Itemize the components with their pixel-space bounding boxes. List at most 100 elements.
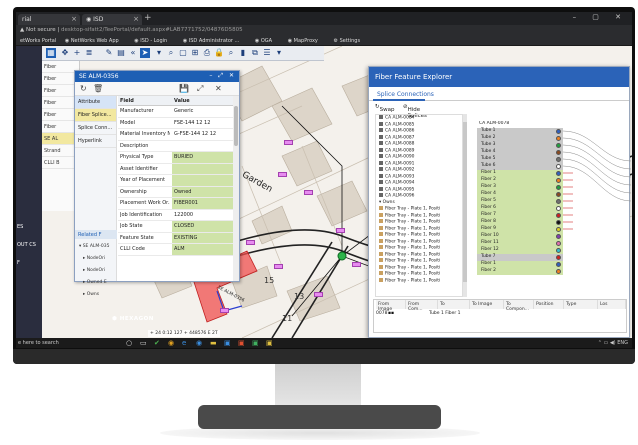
app-icon[interactable]: ▣ <box>252 339 259 347</box>
nav-item[interactable]: Attribute <box>75 96 116 109</box>
window-controls[interactable]: – ▢ ✕ <box>573 13 628 21</box>
related-item[interactable]: ▸ Owns <box>83 292 99 297</box>
column-header[interactable]: From Image <box>376 300 406 312</box>
splice-tag-icon[interactable] <box>304 190 313 195</box>
field-value[interactable]: FIBER001 <box>172 198 233 209</box>
system-tray[interactable]: ⌃ ▭ ◀) ENG <box>598 340 628 346</box>
add-icon[interactable]: + <box>72 48 82 58</box>
attribute-row[interactable]: Job State CLOSED <box>118 221 233 233</box>
store-icon[interactable]: ▣ <box>224 339 231 347</box>
bookmark[interactable]: ◉ ISD Administrator ... <box>183 38 246 44</box>
splice-tag-icon[interactable] <box>284 140 293 145</box>
field-value[interactable] <box>172 175 233 186</box>
splice-tag-icon[interactable] <box>220 308 229 313</box>
column-header[interactable]: To <box>438 300 470 309</box>
start-icon[interactable]: ○ <box>126 339 132 347</box>
bookmark[interactable]: etWorks Portal <box>20 38 56 44</box>
close-icon[interactable]: × <box>71 15 77 23</box>
tube-row[interactable]: Fiber 1 <box>477 170 563 177</box>
column-header[interactable]: To Compon... <box>504 300 534 312</box>
close-icon[interactable]: ✕ <box>215 84 222 93</box>
tube-row[interactable]: Tube 3 <box>477 142 563 149</box>
hide-splices-button[interactable]: ⊘ Hide Splices <box>403 104 427 119</box>
app-icon[interactable]: ▣ <box>266 339 273 347</box>
field-value[interactable]: FSE-144 12 12 <box>172 118 233 129</box>
new-tab-icon[interactable]: + <box>144 13 152 23</box>
tube-row[interactable]: Fiber 6 <box>477 205 563 212</box>
splice-tag-icon[interactable] <box>336 228 345 233</box>
tube-row[interactable]: Fiber 2 <box>477 177 563 184</box>
tube-row[interactable]: Fiber 2 <box>477 268 563 275</box>
tube-row[interactable]: Fiber 1 <box>477 261 563 268</box>
clipboard-icon[interactable]: ▤ <box>116 48 126 58</box>
bookmark[interactable]: ⚙ Settings <box>333 38 367 44</box>
measure-icon[interactable]: ⊞ <box>190 48 200 58</box>
related-item[interactable]: ▸ NodeOri <box>83 256 105 261</box>
field-value[interactable]: CLOSED <box>172 221 233 232</box>
field-value[interactable]: Owned <box>172 186 233 197</box>
chrome-icon[interactable]: ◉ <box>168 339 174 347</box>
bookmark-icon[interactable]: ▮ <box>238 48 248 58</box>
move-icon[interactable]: ✥ <box>60 48 70 58</box>
field-value[interactable]: 122000 <box>172 210 233 221</box>
lock-icon[interactable]: 🔒 <box>214 48 224 58</box>
field-value[interactable]: ALM <box>172 244 233 255</box>
tube-row[interactable]: Tube 6 <box>477 163 563 170</box>
splice-tag-icon[interactable] <box>274 264 283 269</box>
tube-row[interactable]: Fiber 4 <box>477 191 563 198</box>
splice-tag-icon[interactable] <box>246 240 255 245</box>
layers-icon[interactable]: ≣ <box>84 48 94 58</box>
tube-row[interactable]: Tube 1 <box>477 128 563 135</box>
tab-splice-connections[interactable]: Splice Connections <box>377 91 434 98</box>
sidebar-label[interactable]: OUT CS <box>17 242 36 248</box>
field-value[interactable]: G-FSE-144 12 12 <box>172 129 233 140</box>
bookmark[interactable]: ◉ OGA <box>255 38 279 44</box>
related-item[interactable]: ▾ SE ALM-035 <box>79 244 110 249</box>
tube-row[interactable]: Tube 5 <box>477 156 563 163</box>
tube-row[interactable]: Fiber 12 <box>477 247 563 254</box>
tube-row[interactable]: Fiber 11 <box>477 240 563 247</box>
field-value[interactable]: BURIED <box>172 152 233 163</box>
attribute-row[interactable]: Physical Type BURIED <box>118 152 233 164</box>
tube-row[interactable]: Fiber 5 <box>477 198 563 205</box>
related-item[interactable]: ▸ NodeOri <box>83 268 105 273</box>
save-icon[interactable]: 💾 <box>179 84 189 93</box>
related-item[interactable]: ▸ Owned E <box>83 280 107 285</box>
swap-button[interactable]: ↻ Swap <box>375 104 394 113</box>
attribute-row[interactable]: Feature State EXISTING <box>118 232 233 244</box>
nav-item[interactable]: Splice Conn... <box>75 122 116 135</box>
tube-row[interactable]: Fiber 3 <box>477 184 563 191</box>
tree-item[interactable]: Fiber Tray - Plate 1, Positi <box>376 277 462 285</box>
field-value[interactable] <box>172 141 233 152</box>
sidebar-label[interactable]: ES <box>17 224 23 230</box>
close-icon[interactable]: × <box>133 15 139 23</box>
browser-tab[interactable]: rial × <box>18 14 80 25</box>
splice-tag-icon[interactable] <box>352 262 361 267</box>
attribute-row[interactable]: Description <box>118 141 233 152</box>
tube-row[interactable]: Fiber 7 <box>477 212 563 219</box>
search-icon[interactable]: ⌕ <box>226 48 236 58</box>
dropdown-icon[interactable]: ▾ <box>154 48 164 58</box>
copy-icon[interactable]: ⧉ <box>250 48 260 58</box>
splice-tag-icon[interactable] <box>314 292 323 297</box>
scrollbar[interactable] <box>463 114 467 297</box>
powerpoint-icon[interactable]: ▣ <box>238 339 245 347</box>
scroll-thumb[interactable] <box>463 122 467 282</box>
scrollbar[interactable] <box>233 96 239 281</box>
bookmark[interactable]: ◉ NetWorks Web App <box>65 38 126 44</box>
attribute-row[interactable]: Year of Placement <box>118 175 233 187</box>
attribute-row[interactable]: Asset Identifier <box>118 163 233 175</box>
bookmark[interactable]: ◉ ISD - Login <box>134 38 174 44</box>
splice-tag-icon[interactable] <box>278 172 287 177</box>
task-view-icon[interactable]: ▭ <box>140 339 147 347</box>
column-header[interactable]: To Image <box>470 300 504 309</box>
tube-row[interactable]: Fiber 9 <box>477 226 563 233</box>
column-header[interactable]: From Com... <box>406 300 438 312</box>
edit-icon[interactable]: ✎ <box>104 48 114 58</box>
window-controls[interactable]: – ⤢ ✕ <box>209 72 236 80</box>
chevron-down-icon[interactable]: ▾ <box>274 48 284 58</box>
select-tool-icon[interactable]: ▦ <box>46 48 56 58</box>
sidebar-label[interactable]: F <box>17 260 20 266</box>
attribute-row[interactable]: Job Identification 122000 <box>118 210 233 221</box>
scroll-thumb[interactable] <box>234 106 238 146</box>
